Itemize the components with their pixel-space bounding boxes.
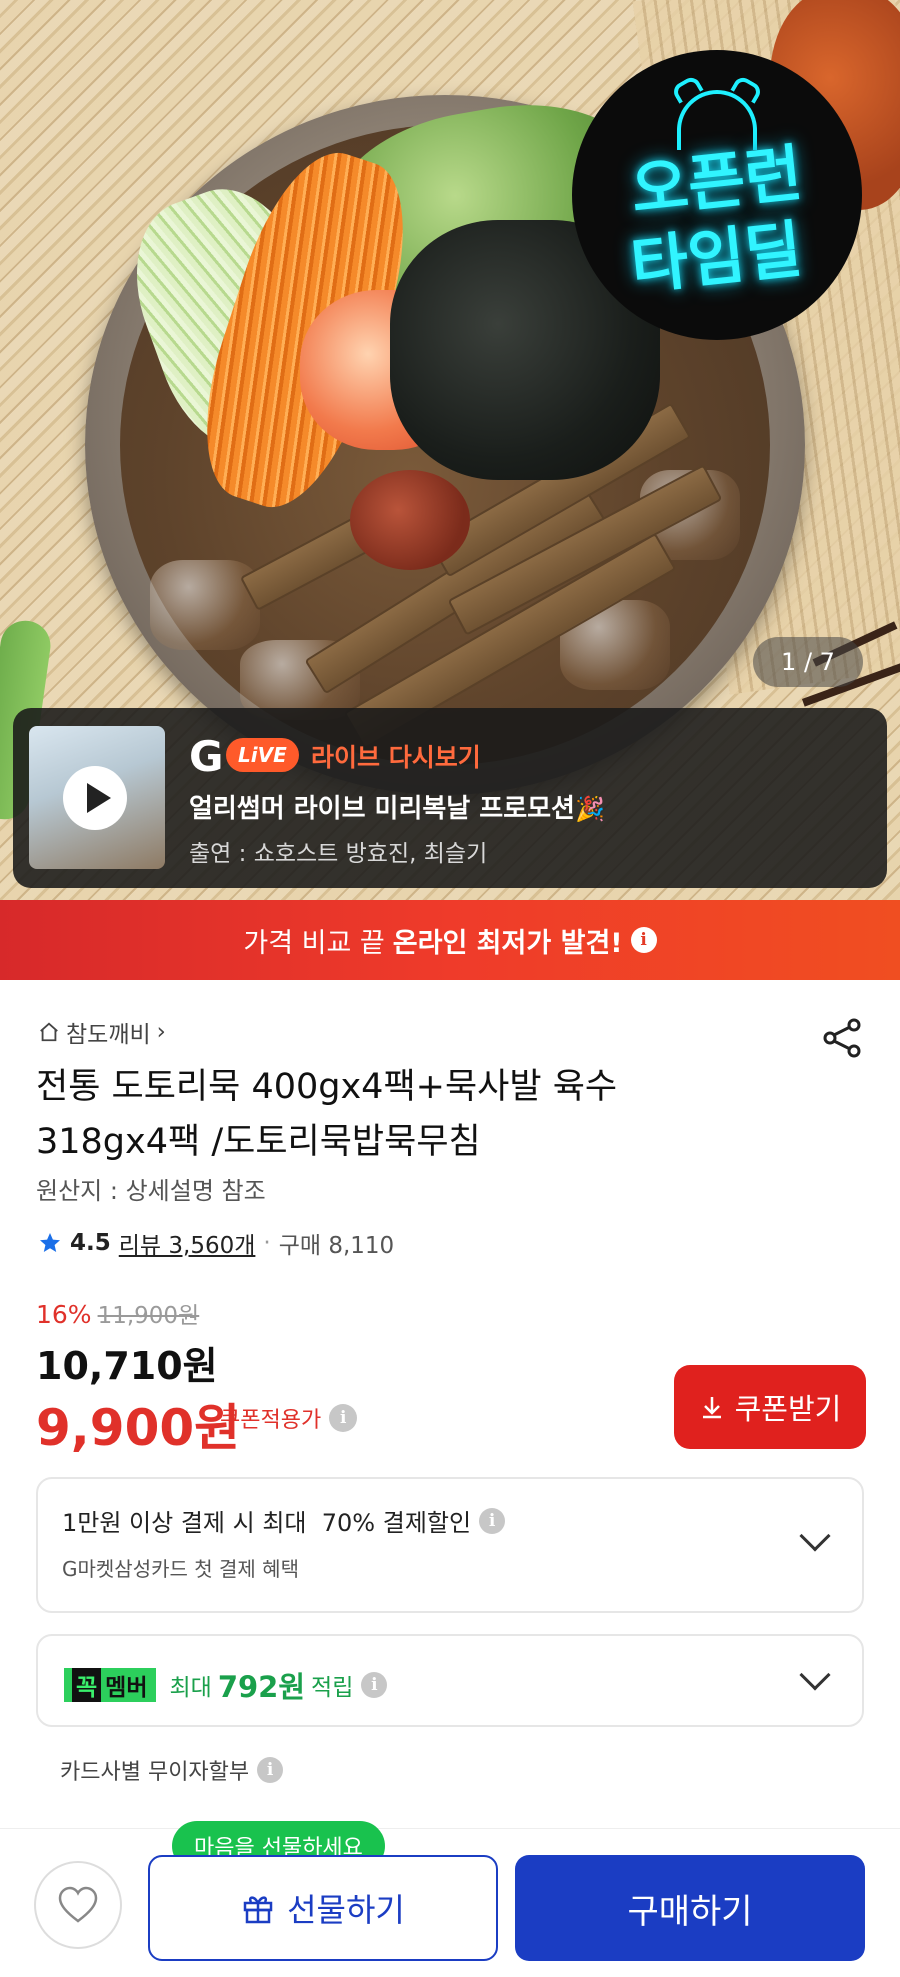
party-popper-icon: 🎉: [574, 795, 605, 823]
star-icon: [40, 1233, 60, 1252]
breadcrumb-seller[interactable]: 참도깨비: [66, 1015, 151, 1049]
membership-prefix: 최대: [169, 1675, 212, 1701]
product-title-line-1: 전통 도토리묵 400gx4팩+묵사발 육수: [36, 1067, 618, 1107]
live-replay-card[interactable]: G LiVE 라이브 다시보기 얼리썸머 라이브 미리복날 프로모션🎉 출연 :…: [13, 708, 887, 888]
image-counter: 1 / 7: [753, 637, 863, 687]
lowest-price-banner[interactable]: 가격 비교 끝 온라인 최저가 발견! i: [0, 900, 900, 980]
rating-score: 4.5: [70, 1230, 111, 1256]
sale-price: 10,710원: [36, 1344, 218, 1388]
live-title: 얼리썸머 라이브 미리복날 프로모션🎉: [189, 788, 605, 825]
membership-box[interactable]: 꼭 멤버 최대 792원 적립 i: [36, 1634, 864, 1727]
open-run-timedeal-badge: 오픈런 타임딜: [572, 50, 862, 340]
home-icon: [40, 1022, 58, 1042]
wishlist-button[interactable]: [34, 1861, 122, 1949]
gift-icon: [243, 1896, 273, 1924]
chevron-down-icon[interactable]: [799, 1659, 831, 1691]
card-discount-line: 1만원 이상 결제 시 최대 70% 결제할인 i: [62, 1503, 506, 1538]
info-icon[interactable]: i: [361, 1672, 388, 1698]
heart-icon: [58, 1886, 98, 1923]
gift-button[interactable]: 선물하기: [148, 1855, 498, 1961]
download-icon: [702, 1397, 721, 1419]
live-cast: 출연 : 쇼호스트 방효진, 최슬기: [189, 841, 488, 867]
live-pill: LiVE: [226, 738, 299, 772]
share-icon[interactable]: [820, 1015, 866, 1061]
separator-dot: ·: [263, 1230, 271, 1256]
rating-row: 4.5 리뷰 3,560개 · 구매 8,110: [38, 1226, 394, 1260]
badge-line-2: 타임딜: [628, 212, 806, 303]
get-coupon-button[interactable]: 쿠폰받기: [674, 1365, 866, 1449]
chevron-right-icon: ›: [156, 1019, 166, 1045]
origin-info: 원산지 : 상세설명 참조: [36, 1177, 266, 1205]
info-icon[interactable]: i: [257, 1757, 284, 1783]
membership-tag: 꼭 멤버: [64, 1668, 156, 1702]
info-icon[interactable]: i: [630, 927, 657, 953]
promo-highlight: 온라인 최저가 발견!: [392, 927, 623, 959]
get-coupon-label: 쿠폰받기: [734, 1394, 842, 1426]
card-discount-text: 1만원 이상 결제 시 최대 70% 결제할인: [62, 1509, 472, 1537]
purchase-count: 구매 8,110: [278, 1233, 395, 1259]
info-icon[interactable]: i: [479, 1507, 506, 1534]
chevron-down-icon[interactable]: [799, 1520, 831, 1552]
membership-amount: 792원: [217, 1670, 306, 1704]
product-title: 전통 도토리묵 400gx4팩+묵사발 육수 318gx4팩 /도토리묵밥묵무침: [36, 1060, 796, 1170]
g-logo: G: [189, 732, 224, 781]
membership-tag-kk: 꼭: [72, 1668, 102, 1702]
coupon-label-text: 쿠폰적용가: [220, 1408, 322, 1433]
discount-percent: 16%: [36, 1300, 92, 1329]
coupon-price: 9,900원: [36, 1399, 241, 1457]
installment-text: 카드사별 무이자할부: [60, 1760, 250, 1785]
review-count-link[interactable]: 리뷰 3,560개: [119, 1226, 256, 1260]
original-price: 11,900원: [97, 1303, 200, 1329]
card-benefit-subtext: G마켓삼성카드 첫 결제 혜택: [62, 1557, 299, 1581]
play-icon[interactable]: [63, 766, 127, 830]
bottom-action-bar: 마음을 선물하세요 선물하기 구매하기: [0, 1821, 900, 1977]
ice-cube: [150, 560, 260, 650]
breadcrumb[interactable]: 참도깨비 ›: [38, 1015, 166, 1049]
membership-reward: 꼭 멤버 최대 792원 적립 i: [64, 1664, 388, 1706]
live-title-text: 얼리썸머 라이브 미리복날 프로모션: [189, 794, 575, 824]
gift-button-label: 선물하기: [287, 1892, 405, 1928]
live-replay-label: 라이브 다시보기: [311, 743, 481, 772]
coupon-label: 쿠폰적용가 i: [220, 1402, 358, 1434]
live-thumbnail[interactable]: [29, 726, 165, 869]
membership-tag-label: 멤버: [105, 1675, 148, 1701]
buy-button[interactable]: 구매하기: [515, 1855, 865, 1961]
badge-line-1: 오픈런: [628, 136, 806, 227]
product-title-line-2: 318gx4팩 /도토리묵밥묵무침: [36, 1122, 481, 1162]
installment-info[interactable]: 카드사별 무이자할부 i: [60, 1754, 284, 1786]
membership-suffix: 적립: [311, 1675, 354, 1701]
info-icon[interactable]: i: [329, 1404, 358, 1432]
card-discount-box[interactable]: 1만원 이상 결제 시 최대 70% 결제할인 i G마켓삼성카드 첫 결제 혜…: [36, 1477, 864, 1613]
promo-prefix: 가격 비교 끝: [243, 927, 385, 959]
discount-row: 16% 11,900원: [36, 1296, 199, 1330]
seasoning-sauce: [350, 470, 470, 570]
